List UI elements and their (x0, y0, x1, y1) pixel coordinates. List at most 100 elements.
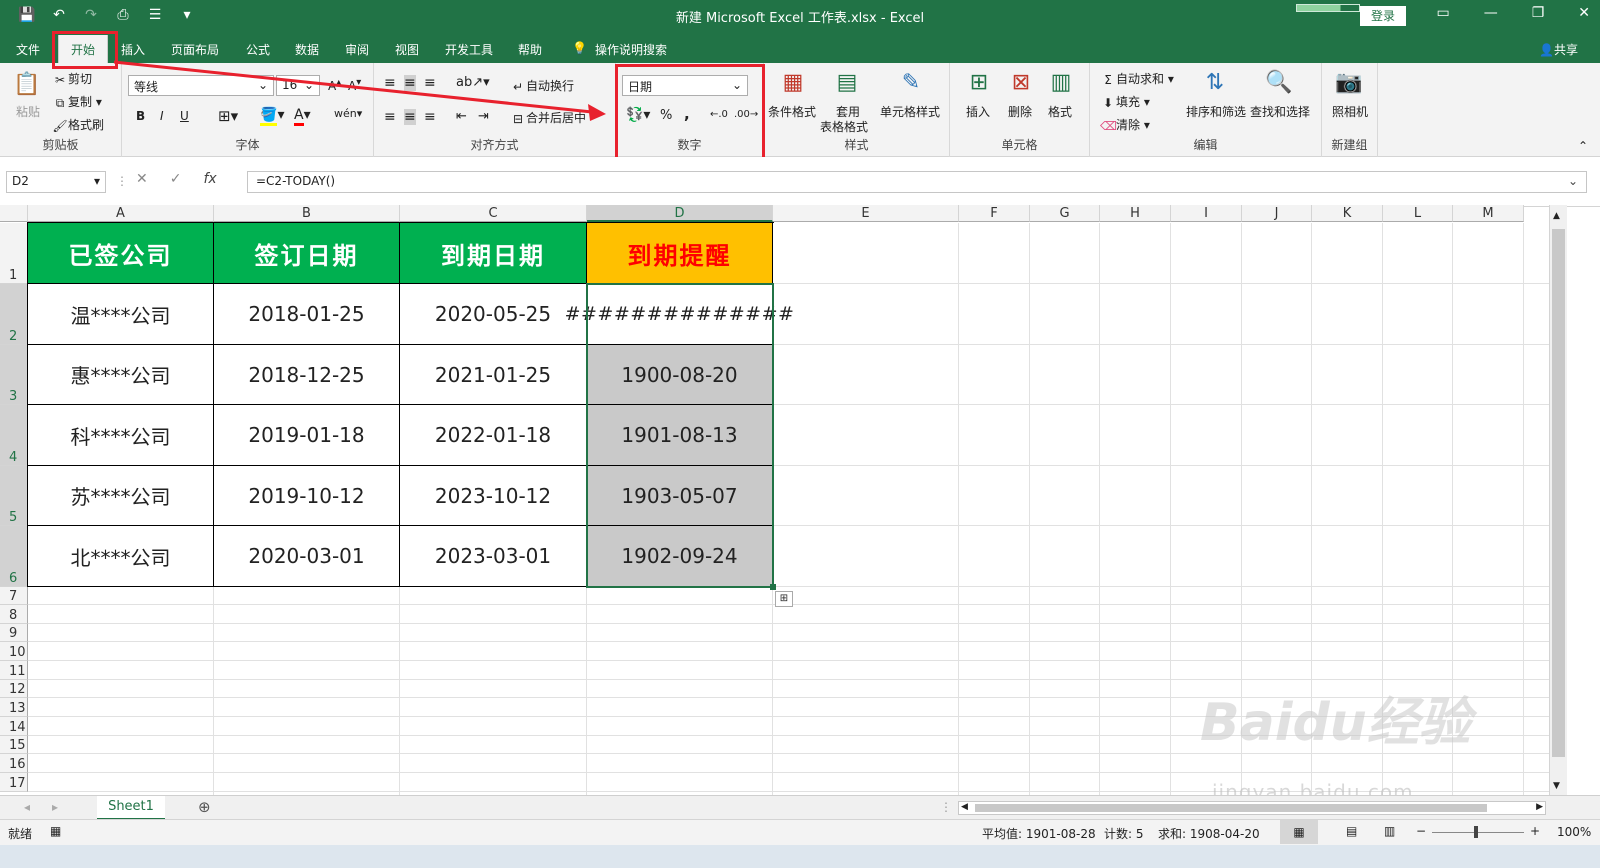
column-header-m[interactable]: M (1453, 205, 1524, 222)
cell-alert[interactable]: 1902-09-24 (587, 526, 773, 587)
row-header-11[interactable]: 11 (0, 661, 28, 680)
column-header-b[interactable]: B (214, 205, 400, 222)
sheet-tab-bar: ◂ ▸ Sheet1 ⊕ ⋮ ◀ ▶ (0, 795, 1600, 820)
formula-input[interactable]: =C2-TODAY() ⌄ (247, 171, 1587, 193)
column-header-h[interactable]: H (1100, 205, 1171, 222)
zoom-level[interactable]: 100% (1557, 825, 1591, 839)
cell-company[interactable]: 苏****公司 (28, 466, 214, 526)
cell-company[interactable]: 北****公司 (28, 526, 214, 587)
baidu-watermark: Baidu经验 (1200, 693, 1471, 753)
gridline-horizontal (28, 641, 1550, 642)
expand-formula-icon[interactable]: ⌄ (1568, 174, 1578, 188)
cell-company[interactable]: 科****公司 (28, 405, 214, 466)
zoom-slider-thumb[interactable] (1474, 826, 1478, 838)
status-sum: 求和: 1908-04-20 (1158, 827, 1260, 841)
name-box[interactable]: D2 ▾ (6, 171, 106, 193)
column-header-d[interactable]: D (587, 205, 773, 222)
row-number: 7 (9, 589, 18, 604)
cell-expire[interactable]: 2020-05-25 (400, 284, 587, 345)
horizontal-scroll-thumb[interactable] (975, 804, 1487, 812)
cell-alert[interactable]: 1900-08-20 (587, 345, 773, 405)
column-header-j[interactable]: J (1242, 205, 1312, 222)
cancel-icon[interactable]: ✕ (136, 171, 148, 187)
cell-signed[interactable]: 2020-03-01 (214, 526, 400, 587)
row-number: 10 (9, 645, 26, 660)
vertical-scroll-thumb[interactable] (1552, 229, 1565, 757)
horizontal-scrollbar[interactable]: ◀ ▶ (958, 801, 1546, 815)
header-cell-signed[interactable]: 签订日期 (214, 223, 400, 284)
header-cell-expire[interactable]: 到期日期 (400, 223, 587, 284)
row-header-9[interactable]: 9 (0, 624, 28, 642)
row-header-1[interactable]: 1 (0, 223, 28, 284)
cell-expire[interactable]: 2023-03-01 (400, 526, 587, 587)
column-header-g[interactable]: G (1030, 205, 1100, 222)
zoom-out-icon[interactable]: − (1416, 824, 1426, 838)
cell-alert[interactable]: ############## (565, 284, 794, 345)
gridline-vertical (958, 223, 959, 795)
row-header-8[interactable]: 8 (0, 605, 28, 624)
row-number: 2 (9, 329, 18, 344)
fill-handle[interactable] (770, 584, 776, 590)
prev-sheet-icon[interactable]: ◂ (24, 800, 30, 814)
column-header-c[interactable]: C (400, 205, 587, 222)
column-header-k[interactable]: K (1312, 205, 1383, 222)
scroll-down-icon[interactable]: ▼ (1553, 781, 1560, 791)
scroll-up-icon[interactable]: ▲ (1553, 211, 1560, 221)
header-cell-company[interactable]: 已签公司 (28, 223, 214, 284)
next-sheet-icon[interactable]: ▸ (52, 800, 58, 814)
normal-view-icon[interactable]: ▦ (1280, 820, 1318, 844)
cell-signed[interactable]: 2018-12-25 (214, 345, 400, 405)
gridline-horizontal (28, 660, 1550, 661)
enter-icon[interactable]: ✓ (170, 171, 182, 187)
cell-signed[interactable]: 2019-01-18 (214, 405, 400, 466)
page-layout-view-icon[interactable]: ▤ (1346, 824, 1357, 838)
formula-text: =C2-TODAY() (256, 174, 336, 188)
cell-company[interactable]: 温****公司 (28, 284, 214, 345)
cell-signed[interactable]: 2019-10-12 (214, 466, 400, 526)
row-header-5[interactable]: 5 (0, 466, 28, 526)
column-header-i[interactable]: I (1171, 205, 1242, 222)
select-all-corner[interactable] (0, 205, 28, 222)
new-sheet-icon[interactable]: ⊕ (198, 798, 211, 816)
header-cell-alert[interactable]: 到期提醒 (587, 223, 773, 284)
gridline-vertical (1029, 223, 1030, 795)
formula-bar: D2 ▾ ⋮ ✕ ✓ fx =C2-TODAY() ⌄ (0, 157, 1600, 207)
macro-record-icon[interactable]: ▦ (50, 824, 61, 838)
cell-company[interactable]: 惠****公司 (28, 345, 214, 405)
cell-signed[interactable]: 2018-01-25 (214, 284, 400, 345)
row-header-16[interactable]: 16 (0, 754, 28, 773)
column-header-l[interactable]: L (1383, 205, 1453, 222)
status-average: 平均值: 1901-08-28 (982, 827, 1096, 841)
row-header-14[interactable]: 14 (0, 717, 28, 736)
quick-analysis-icon[interactable]: ⊞ (775, 591, 793, 607)
sheet-tab-sheet1[interactable]: Sheet1 (97, 796, 165, 820)
cell-alert[interactable]: 1903-05-07 (587, 466, 773, 526)
cell-alert[interactable]: 1901-08-13 (587, 405, 773, 466)
row-header-3[interactable]: 3 (0, 345, 28, 405)
cell-expire[interactable]: 2022-01-18 (400, 405, 587, 466)
insert-function-icon[interactable]: fx (203, 171, 216, 187)
column-header-e[interactable]: E (773, 205, 959, 222)
row-header-13[interactable]: 13 (0, 698, 28, 717)
column-header-a[interactable]: A (28, 205, 214, 222)
column-header-f[interactable]: F (959, 205, 1030, 222)
page-break-view-icon[interactable]: ▥ (1384, 824, 1395, 838)
zoom-in-icon[interactable]: + (1530, 824, 1540, 838)
row-header-10[interactable]: 10 (0, 642, 28, 661)
row-header-2[interactable]: 2 (0, 284, 28, 345)
row-header-15[interactable]: 15 (0, 736, 28, 754)
row-header-7[interactable]: 7 (0, 587, 28, 605)
row-header-4[interactable]: 4 (0, 405, 28, 466)
row-number: 3 (9, 389, 18, 404)
row-header-6[interactable]: 6 (0, 526, 28, 587)
zoom-slider-track[interactable] (1432, 832, 1524, 833)
tab-split-icon[interactable]: ⋮ (940, 800, 952, 814)
vertical-scrollbar[interactable]: ▲ ▼ (1549, 205, 1567, 795)
cell-expire[interactable]: 2023-10-12 (400, 466, 587, 526)
cell-expire[interactable]: 2021-01-25 (400, 345, 587, 405)
row-header-12[interactable]: 12 (0, 680, 28, 698)
row-number: 13 (9, 701, 26, 716)
row-header-17[interactable]: 17 (0, 773, 28, 792)
scroll-left-icon[interactable]: ◀ (961, 802, 968, 812)
scroll-right-icon[interactable]: ▶ (1536, 802, 1543, 812)
